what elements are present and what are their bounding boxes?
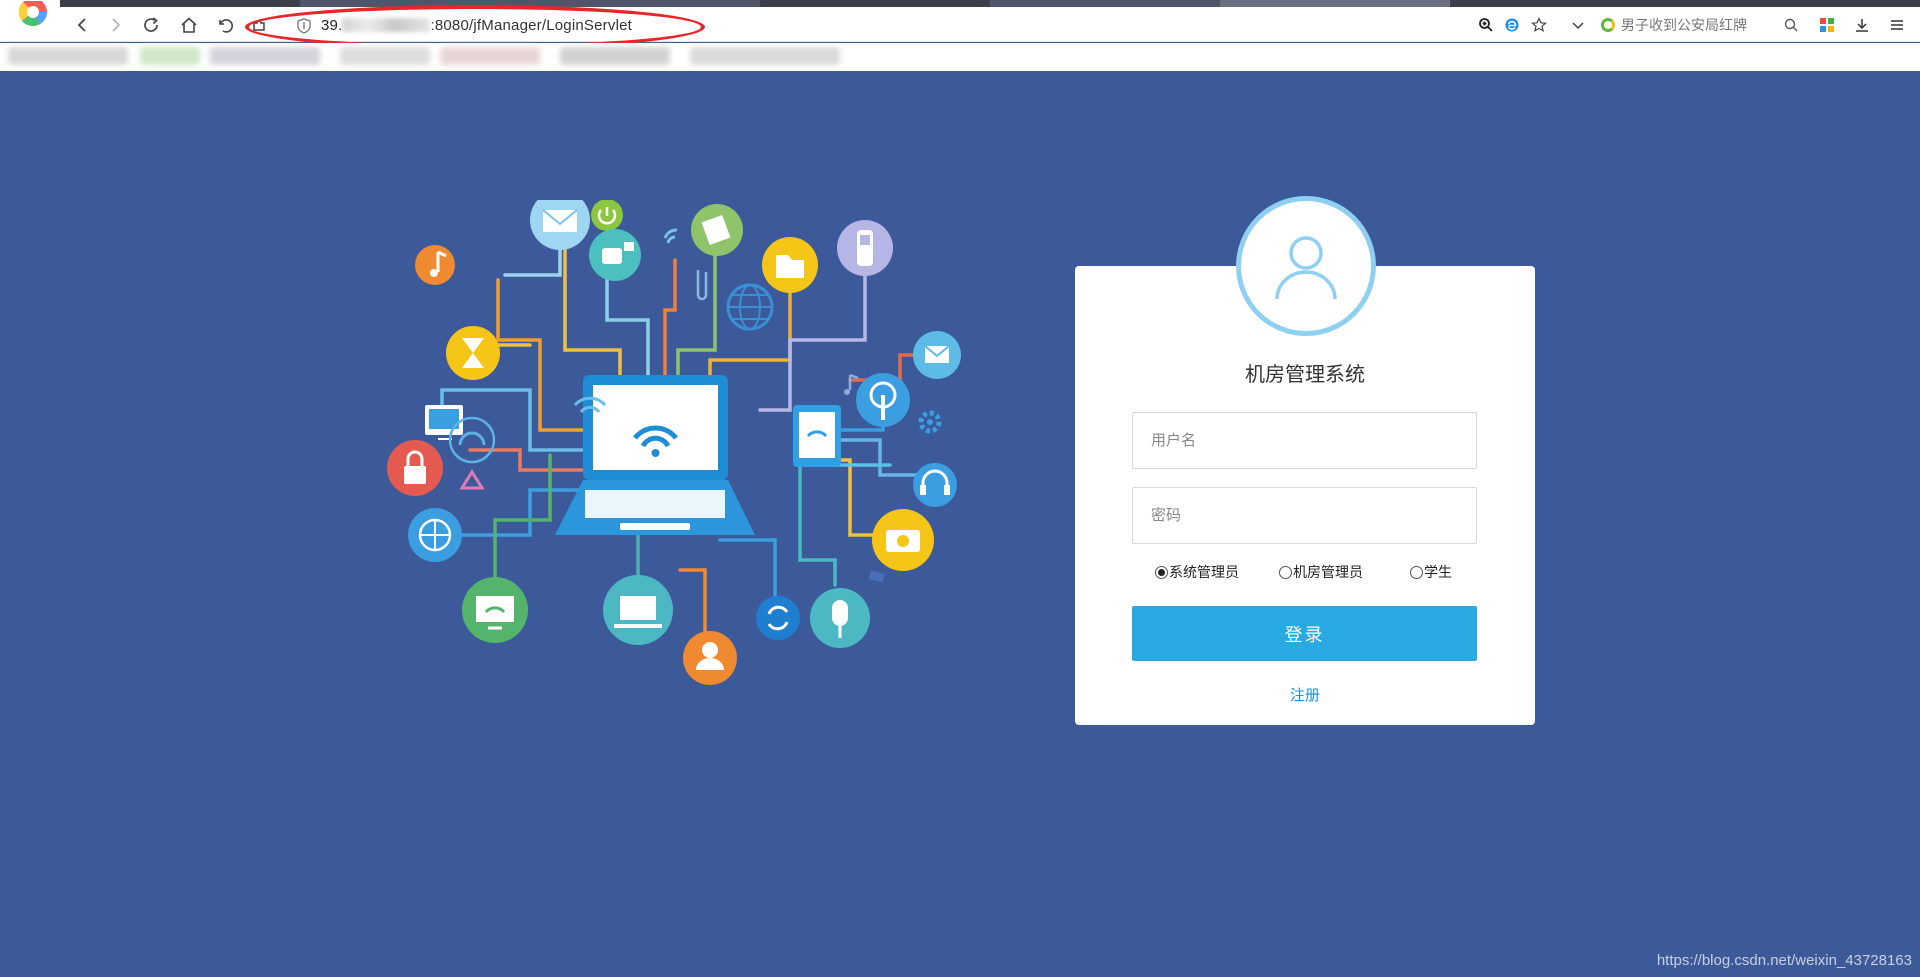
hamburger-menu-icon <box>1891 20 1903 30</box>
bookmark-item[interactable] <box>210 47 320 65</box>
download-icon <box>1856 19 1868 32</box>
role-room-admin-label: 机房管理员 <box>1293 564 1363 580</box>
bookmark-item[interactable] <box>340 47 430 65</box>
bookmark-item[interactable] <box>440 47 540 65</box>
document-icon <box>691 204 743 256</box>
forward-button[interactable] <box>102 13 128 37</box>
downloads-button[interactable] <box>1850 13 1874 37</box>
antenna-icon <box>856 373 910 427</box>
radio-unchecked-icon[interactable] <box>1410 565 1423 579</box>
register-link[interactable]: 注册 <box>1075 684 1535 705</box>
apps-grid-icon <box>1820 18 1834 32</box>
username-input[interactable] <box>1132 412 1477 469</box>
bookmarks-bar <box>0 43 1920 71</box>
gear-icon <box>918 410 942 434</box>
undo-icon <box>219 19 233 33</box>
url-dropdown-button[interactable] <box>1566 13 1590 37</box>
search-icon <box>1784 18 1798 32</box>
news-icon <box>1601 18 1615 32</box>
search-button[interactable] <box>1779 13 1803 37</box>
hourglass-icon <box>446 326 500 380</box>
sync-icon <box>756 596 800 640</box>
role-system-admin[interactable]: 系统管理员 <box>1155 562 1239 582</box>
headphones-icon <box>913 463 957 507</box>
watermark-text: https://blog.csdn.net/weixin_43728163 <box>1656 952 1912 969</box>
password-input[interactable] <box>1132 487 1477 544</box>
microphone-icon <box>810 588 870 648</box>
back-button[interactable] <box>70 13 96 37</box>
globe-circle-icon <box>408 508 462 562</box>
tablet-icon <box>793 405 841 467</box>
menu-button[interactable] <box>1885 13 1909 37</box>
mail-icon <box>530 190 590 250</box>
desktop-wifi-icon <box>462 577 528 643</box>
headset-bubble-icon <box>448 416 496 464</box>
bookmark-item[interactable] <box>560 47 670 65</box>
network-illustration <box>380 190 980 700</box>
photo-camera-icon <box>872 509 934 571</box>
browser-logo-icon[interactable] <box>10 0 56 39</box>
recycle-icon <box>459 469 485 490</box>
lock-icon <box>387 440 443 496</box>
phone-icon <box>837 220 893 276</box>
apps-button[interactable] <box>1815 13 1839 37</box>
news-text: 男子收到公安局红牌 <box>1621 17 1747 33</box>
bookmark-item[interactable] <box>140 47 200 65</box>
reload-button[interactable] <box>138 13 164 37</box>
login-button[interactable]: 登录 <box>1132 606 1477 661</box>
bookmark-item[interactable] <box>690 47 840 65</box>
bookmark-item[interactable] <box>8 47 128 65</box>
user-circle-icon <box>683 631 737 685</box>
globe-icon <box>726 283 774 331</box>
browser-tab-strip[interactable] <box>0 0 1920 7</box>
paperclip-icon <box>696 270 708 301</box>
mail-small-icon <box>913 331 961 379</box>
home-icon <box>181 17 197 33</box>
bookmark-star-button[interactable] <box>1527 13 1551 37</box>
ie-mode-button[interactable] <box>1500 13 1524 37</box>
ie-icon <box>1505 18 1519 32</box>
radio-checked-icon[interactable] <box>1155 565 1168 579</box>
laptop-small-icon <box>603 575 673 645</box>
back-arrow-icon <box>77 18 86 32</box>
news-ticker[interactable]: 男子收到公安局红牌 <box>1601 14 1801 36</box>
tag-icon <box>868 570 885 583</box>
zoom-in-icon <box>1479 18 1493 32</box>
role-student-label: 学生 <box>1424 564 1452 580</box>
music-note-icon <box>415 245 455 285</box>
undo-close-button[interactable] <box>211 13 237 37</box>
role-radio-group: 系统管理员 机房管理员 学生 <box>1075 562 1535 582</box>
user-avatar-icon <box>1275 236 1337 300</box>
role-room-admin[interactable]: 机房管理员 <box>1279 562 1363 582</box>
wifi-signal-icon <box>663 228 678 244</box>
zoom-button[interactable] <box>1474 13 1498 37</box>
music-small-icon <box>844 373 859 395</box>
reload-icon <box>144 17 158 32</box>
avatar <box>1236 196 1376 336</box>
star-icon <box>1531 17 1547 33</box>
radio-unchecked-icon[interactable] <box>1279 565 1292 579</box>
browser-toolbar: 39.:8080/jfManager/LoginServlet 男子收到公安局红… <box>0 0 1920 49</box>
camera-icon <box>589 229 641 281</box>
power-button-icon <box>591 199 623 231</box>
role-system-admin-label: 系统管理员 <box>1169 564 1239 580</box>
system-title: 机房管理系统 <box>1245 364 1365 386</box>
chevron-down-icon <box>1572 22 1584 30</box>
forward-arrow-icon <box>112 18 121 32</box>
home-button[interactable] <box>176 13 202 37</box>
folder-icon <box>762 237 818 293</box>
role-student[interactable]: 学生 <box>1410 562 1452 582</box>
